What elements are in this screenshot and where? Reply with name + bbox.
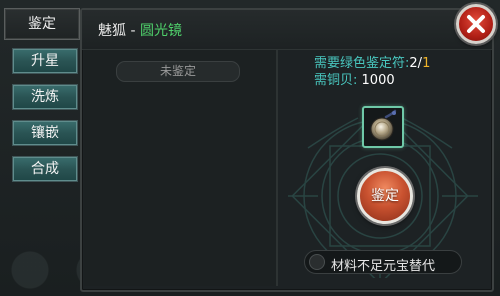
close-icon: [467, 15, 485, 33]
panel-title: 魅狐 - 圆光镜: [98, 20, 182, 40]
item-slot[interactable]: [362, 106, 404, 148]
close-button[interactable]: [456, 4, 496, 44]
yuanbao-checkbox[interactable]: [309, 254, 325, 270]
tab-refine[interactable]: 洗炼: [12, 84, 78, 110]
tab-upgrade-star[interactable]: 升星: [12, 48, 78, 74]
identify-status: 未鉴定: [116, 61, 240, 82]
talisman-need: 1: [422, 56, 431, 71]
yuanbao-toggle-label: 材料不足元宝替代: [331, 259, 436, 274]
talisman-have: 2: [409, 56, 418, 71]
round-mirror-icon: [370, 109, 397, 141]
tab-synthesize[interactable]: 合成: [12, 156, 78, 182]
title-separator: -: [130, 23, 136, 39]
item-name: 圆光镜: [139, 23, 182, 39]
tab-inlay[interactable]: 镶嵌: [12, 120, 78, 146]
copper-value: 1000: [361, 73, 395, 88]
copper-requirement: 需铜贝: 1000: [314, 69, 395, 88]
owner-name: 魅狐: [98, 23, 126, 39]
tab-identify[interactable]: 鉴定: [4, 8, 80, 40]
yuanbao-substitute-toggle[interactable]: 材料不足元宝替代: [304, 250, 462, 274]
side-tab-column: 鉴定 升星 洗炼 镶嵌 合成: [0, 0, 84, 296]
identify-button[interactable]: 鉴定: [357, 168, 413, 224]
copper-label: 需铜贝:: [314, 73, 358, 88]
item-info-pane: [84, 50, 276, 286]
